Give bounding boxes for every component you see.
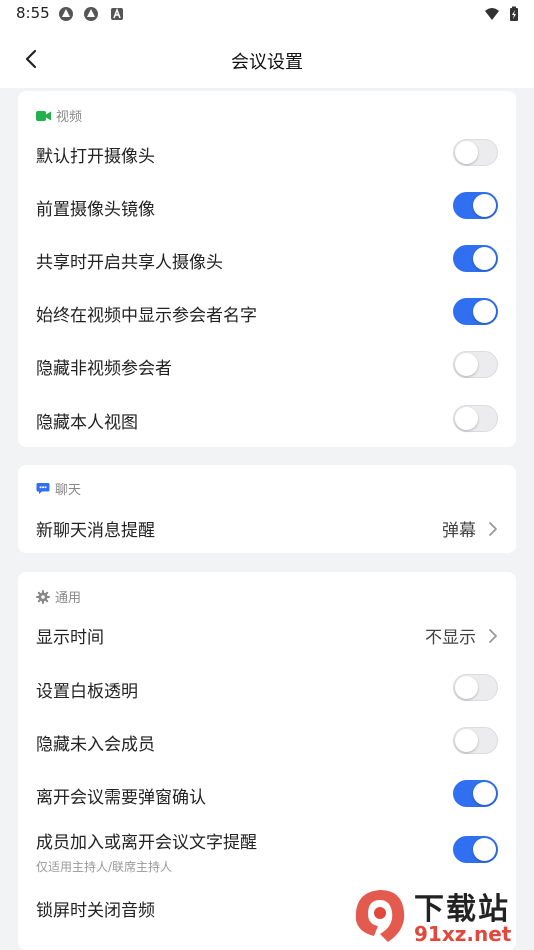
whiteboard-transparent-toggle[interactable] bbox=[453, 674, 498, 701]
setting-label: 默认打开摄像头 bbox=[36, 147, 155, 167]
setting-row-new-message[interactable]: 新聊天消息提醒 弹幕 bbox=[18, 501, 516, 553]
setting-label: 成员加入或离开会议文字提醒 bbox=[36, 833, 257, 853]
default-camera-toggle[interactable] bbox=[453, 139, 498, 166]
setting-sublabel: 仅适用主持人/联席主持人 bbox=[36, 860, 173, 874]
video-camera-icon bbox=[36, 110, 51, 121]
chat-section-header: 聊天 bbox=[36, 479, 81, 498]
page-title: 会议设置 bbox=[231, 52, 303, 73]
share-camera-toggle[interactable] bbox=[453, 245, 498, 272]
setting-label: 离开会议需要弹窗确认 bbox=[36, 788, 206, 808]
setting-label: 新聊天消息提醒 bbox=[36, 521, 155, 541]
setting-label: 显示时间 bbox=[36, 628, 104, 648]
setting-label: 设置白板透明 bbox=[36, 682, 138, 702]
leave-confirm-toggle[interactable] bbox=[453, 780, 498, 807]
hide-self-view-toggle[interactable] bbox=[453, 405, 498, 432]
setting-label: 始终在视频中显示参会者名字 bbox=[36, 306, 257, 326]
setting-row-show-names: 始终在视频中显示参会者名字 bbox=[18, 285, 516, 338]
setting-row-front-mirror: 前置摄像头镜像 bbox=[18, 179, 516, 232]
setting-row-hide-self: 隐藏本人视图 bbox=[18, 391, 516, 444]
gear-icon bbox=[36, 589, 50, 604]
general-section-title: 通用 bbox=[55, 591, 82, 606]
video-section-title: 视频 bbox=[56, 110, 83, 125]
setting-label: 隐藏非视频参会者 bbox=[36, 359, 172, 379]
chevron-right-icon bbox=[489, 628, 497, 643]
setting-label: 前置摄像头镜像 bbox=[36, 200, 155, 220]
show-time-select[interactable]: 不显示 bbox=[425, 623, 498, 648]
watermark-logo-icon bbox=[355, 890, 405, 942]
chevron-right-icon bbox=[489, 521, 497, 536]
chat-section-title: 聊天 bbox=[55, 483, 82, 498]
setting-row-default-camera: 默认打开摄像头 bbox=[18, 126, 516, 179]
video-settings-card: 视频 默认打开摄像头 前置摄像头镜像 共享时开启共享人摄像头 始终在视频中显示参… bbox=[18, 91, 516, 447]
general-section-header: 通用 bbox=[36, 587, 81, 606]
setting-row-show-time[interactable]: 显示时间 不显示 bbox=[18, 609, 516, 661]
setting-row-whiteboard-transparent: 设置白板透明 bbox=[18, 661, 516, 714]
setting-label: 锁屏时关闭音频 bbox=[36, 901, 155, 921]
setting-row-hide-nonvideo: 隐藏非视频参会者 bbox=[18, 338, 516, 391]
font-notification-icon bbox=[111, 7, 123, 20]
new-message-reminder-select[interactable]: 弹幕 bbox=[442, 516, 498, 541]
app-notification-icon bbox=[84, 7, 98, 21]
chat-bubble-icon bbox=[36, 483, 50, 494]
hide-unjoined-members-toggle[interactable] bbox=[453, 727, 498, 754]
setting-label: 隐藏本人视图 bbox=[36, 413, 138, 433]
setting-label: 隐藏未入会成员 bbox=[36, 735, 155, 755]
status-bar: 8:55 bbox=[0, 0, 534, 30]
setting-row-hide-unjoined: 隐藏未入会成员 bbox=[18, 714, 516, 767]
setting-value: 弹幕 bbox=[442, 521, 476, 541]
site-watermark: 下载站 91xz.net bbox=[350, 882, 530, 948]
app-notification-icon bbox=[59, 7, 73, 21]
video-section-header: 视频 bbox=[36, 106, 82, 125]
setting-value: 不显示 bbox=[425, 628, 476, 648]
nav-bar: 会议设置 bbox=[0, 30, 534, 88]
show-names-toggle[interactable] bbox=[453, 298, 498, 325]
setting-row-join-leave-reminder: 成员加入或离开会议文字提醒 仅适用主持人/联席主持人 bbox=[18, 820, 516, 884]
wifi-icon bbox=[485, 8, 499, 20]
battery-icon bbox=[510, 6, 518, 21]
status-time: 8:55 bbox=[16, 4, 50, 22]
setting-label: 共享时开启共享人摄像头 bbox=[36, 253, 223, 273]
setting-row-leave-confirm: 离开会议需要弹窗确认 bbox=[18, 767, 516, 820]
chat-settings-card: 聊天 新聊天消息提醒 弹幕 bbox=[18, 465, 516, 553]
setting-row-share-camera: 共享时开启共享人摄像头 bbox=[18, 232, 516, 285]
join-leave-reminder-toggle[interactable] bbox=[453, 836, 498, 863]
hide-nonvideo-toggle[interactable] bbox=[453, 351, 498, 378]
watermark-url: 91xz.net bbox=[414, 922, 512, 946]
front-camera-mirror-toggle[interactable] bbox=[453, 192, 498, 219]
